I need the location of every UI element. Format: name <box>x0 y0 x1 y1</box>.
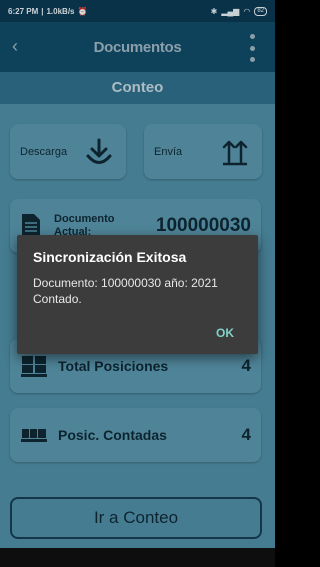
dialog-title: Sincronización Exitosa <box>33 249 187 265</box>
sync-success-dialog: Sincronización Exitosa Documento: 100000… <box>17 235 258 354</box>
dialog-ok-button[interactable]: OK <box>216 326 234 340</box>
dialog-message: Documento: 100000030 año: 2021 Contado. <box>33 276 218 306</box>
app-screen: 6:27 PM | 1.0kB/s ⏰ ✱ ▂▄▆ ◠ 82 ‹ Documen… <box>0 0 275 567</box>
